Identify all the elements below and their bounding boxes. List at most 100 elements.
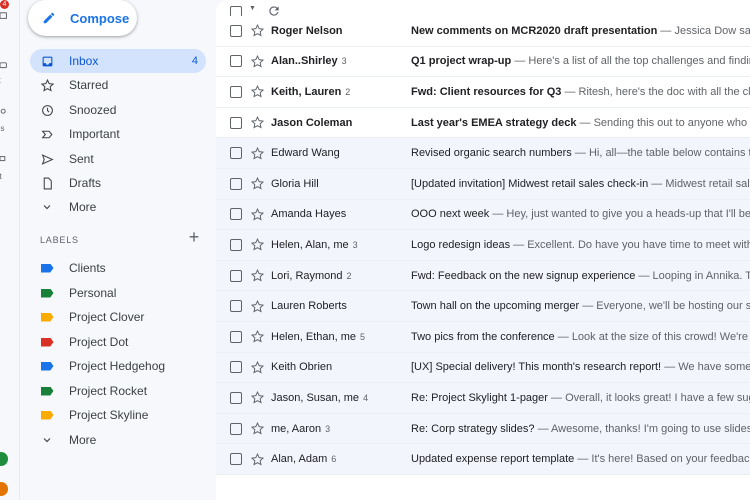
sidebar-item-more[interactable]: More bbox=[30, 195, 206, 219]
star-icon[interactable] bbox=[251, 452, 264, 466]
star-icon[interactable] bbox=[251, 207, 264, 221]
mail-badge: 4 bbox=[0, 0, 9, 9]
sidebar-item-important[interactable]: Important bbox=[30, 122, 206, 146]
email-row[interactable]: Alan, Adam 6 Updated expense report templa… bbox=[216, 444, 750, 475]
avatar[interactable] bbox=[0, 482, 8, 496]
thread-count: 6 bbox=[331, 454, 337, 465]
label-item-project-clover[interactable]: Project Clover bbox=[30, 305, 206, 329]
email-row[interactable]: Jason, Susan, me 4 Re: Project Skylight 1-… bbox=[216, 383, 750, 414]
sidebar-item-drafts[interactable]: Drafts bbox=[30, 171, 206, 195]
row-checkbox[interactable] bbox=[230, 422, 242, 435]
email-row[interactable]: Amanda Hayes OOO next week — Hey, just wa… bbox=[216, 199, 750, 231]
row-checkbox[interactable] bbox=[230, 300, 242, 313]
row-checkbox[interactable] bbox=[230, 238, 242, 251]
label-tag-icon bbox=[40, 359, 54, 373]
email-row[interactable]: Alan..Shirley 3 Q1 project wrap-up — Here'… bbox=[216, 46, 750, 78]
email-snippet: Here's a list of all the top challenges … bbox=[528, 55, 750, 68]
row-checkbox[interactable] bbox=[230, 24, 242, 37]
label-tag-icon bbox=[40, 335, 54, 349]
separator-dash: — bbox=[582, 300, 594, 313]
row-checkbox[interactable] bbox=[230, 330, 242, 343]
spaces-icon[interactable] bbox=[0, 108, 8, 116]
label-item-clients[interactable]: Clients bbox=[30, 256, 206, 280]
email-snippet: Hey, just wanted to give you a heads-up … bbox=[506, 208, 750, 221]
star-icon[interactable] bbox=[251, 24, 264, 37]
email-preview: Two pics from the conference — Look at t… bbox=[411, 331, 750, 343]
email-snippet: Look at the size of this crowd! We're on… bbox=[571, 330, 750, 343]
email-subject: Two pics from the conference bbox=[411, 330, 555, 343]
label-item-project-dot[interactable]: Project Dot bbox=[30, 330, 206, 354]
email-row[interactable]: Helen, Ethan, me 5 Two pics from the confe… bbox=[216, 322, 750, 353]
row-checkbox[interactable] bbox=[230, 85, 242, 98]
email-row[interactable]: Keith Obrien [UX] Special delivery! This … bbox=[216, 352, 750, 384]
email-preview: Updated expense report template — It's h… bbox=[411, 453, 750, 465]
email-row[interactable]: me, Aaron 3 Re: Corp strategy slides? — Aw… bbox=[216, 413, 750, 445]
row-checkbox[interactable] bbox=[230, 361, 242, 374]
mail-icon[interactable] bbox=[0, 12, 8, 20]
star-icon[interactable] bbox=[251, 330, 264, 343]
star-icon[interactable] bbox=[251, 85, 264, 99]
email-snippet: Jessica Dow said Wha bbox=[674, 24, 750, 37]
label-item-project-skyline[interactable]: Project Skyline bbox=[30, 403, 206, 427]
star-icon[interactable] bbox=[251, 238, 264, 252]
chat-icon[interactable] bbox=[0, 62, 8, 70]
email-row[interactable]: Lauren Roberts Town hall on the upcoming … bbox=[216, 291, 750, 322]
row-checkbox[interactable] bbox=[230, 391, 242, 404]
star-icon[interactable] bbox=[251, 299, 264, 313]
row-checkbox[interactable] bbox=[230, 55, 242, 68]
sidebar-item-sent[interactable]: Sent bbox=[30, 147, 206, 171]
sidebar-item-inbox[interactable]: Inbox 4 bbox=[30, 49, 206, 73]
label-name: Project Dot bbox=[69, 335, 129, 349]
email-subject: [UX] Special delivery! This month's rese… bbox=[411, 361, 662, 374]
select-dropdown-icon[interactable]: ▼ bbox=[249, 5, 256, 12]
email-preview: New comments on MCR2020 draft presentati… bbox=[411, 25, 750, 37]
row-checkbox[interactable] bbox=[230, 177, 242, 190]
label-item-personal[interactable]: Personal bbox=[30, 281, 206, 305]
star-icon[interactable] bbox=[251, 269, 264, 282]
email-snippet: Hi, all—the table below contains the rev… bbox=[588, 147, 750, 160]
star-icon[interactable] bbox=[251, 360, 264, 374]
avatar[interactable] bbox=[0, 452, 8, 466]
sidebar-item-snoozed[interactable]: Snoozed bbox=[30, 98, 206, 122]
compose-button[interactable]: Compose bbox=[28, 0, 137, 36]
rail-mail-label[interactable]: ail bbox=[0, 26, 12, 35]
email-snippet: We have some exciting bbox=[678, 361, 750, 374]
email-row[interactable]: Roger Nelson New comments on MCR2020 draf… bbox=[216, 16, 750, 47]
separator-dash: — bbox=[514, 55, 526, 68]
row-checkbox[interactable] bbox=[230, 208, 242, 221]
rail-spaces-label[interactable]: ces bbox=[0, 124, 12, 133]
sidebar-item-starred[interactable]: Starred bbox=[30, 73, 206, 97]
star-icon[interactable] bbox=[251, 146, 264, 160]
row-checkbox[interactable] bbox=[230, 116, 242, 129]
separator-dash: — bbox=[579, 116, 591, 129]
email-row[interactable]: Lori, Raymond 2 Fwd: Feedback on the new s… bbox=[216, 260, 750, 292]
email-preview: Fwd: Feedback on the new signup experien… bbox=[411, 270, 750, 282]
row-checkbox[interactable] bbox=[230, 147, 242, 160]
labels-more[interactable]: More bbox=[30, 428, 206, 452]
email-row[interactable]: Jason Coleman Last year's EMEA strategy d… bbox=[216, 107, 750, 139]
email-row[interactable]: Edward Wang Revised organic search number… bbox=[216, 138, 750, 169]
meet-icon[interactable] bbox=[0, 155, 8, 163]
email-sender: Lauren Roberts bbox=[271, 300, 406, 312]
label-item-project-rocket[interactable]: Project Rocket bbox=[30, 379, 206, 403]
rail-chat-label[interactable]: at bbox=[0, 76, 14, 85]
email-sender: Alan, Adam 6 bbox=[271, 453, 406, 465]
email-row[interactable]: Keith, Lauren 2 Fwd: Client resources for … bbox=[216, 77, 750, 108]
label-name: Project Skyline bbox=[69, 408, 149, 422]
star-icon[interactable] bbox=[251, 391, 264, 405]
label-item-project-hedgehog[interactable]: Project Hedgehog bbox=[30, 354, 206, 378]
email-row[interactable]: Helen, Alan, me 3 Logo redesign ideas — Ex… bbox=[216, 230, 750, 261]
row-checkbox[interactable] bbox=[230, 269, 242, 282]
star-icon[interactable] bbox=[251, 422, 264, 435]
star-icon[interactable] bbox=[251, 177, 264, 190]
separator-dash: — bbox=[651, 177, 663, 190]
star-icon[interactable] bbox=[251, 54, 264, 68]
rail-meet-label[interactable]: et bbox=[0, 172, 15, 181]
star-icon[interactable] bbox=[251, 116, 264, 129]
plus-icon[interactable]: + bbox=[186, 228, 202, 246]
email-sender: Gloria Hill bbox=[271, 178, 406, 190]
email-row[interactable]: Gloria Hill [Updated invitation] Midwest … bbox=[216, 169, 750, 200]
row-checkbox[interactable] bbox=[230, 453, 242, 466]
email-snippet: It's here! Based on your feedback, we've bbox=[591, 453, 750, 466]
sender-name: Keith, Lauren bbox=[271, 85, 342, 98]
